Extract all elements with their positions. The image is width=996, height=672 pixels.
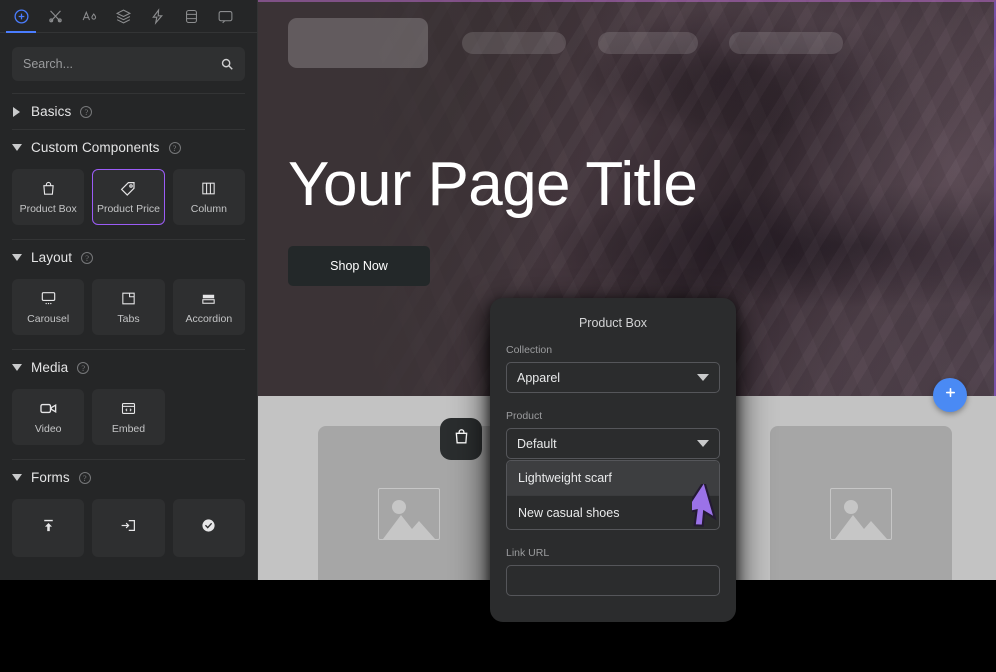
panel-title: Product Box bbox=[578, 316, 648, 330]
product-card[interactable] bbox=[770, 426, 952, 580]
shop-now-label: Shop Now bbox=[330, 259, 388, 273]
component-input-field[interactable] bbox=[92, 499, 165, 557]
component-file-upload[interactable] bbox=[12, 499, 85, 557]
component-checkbox[interactable] bbox=[172, 499, 245, 557]
chevron-down-icon bbox=[12, 363, 22, 373]
chevron-down-icon bbox=[697, 440, 709, 447]
plus-icon bbox=[943, 385, 958, 405]
forms-components-grid bbox=[12, 495, 245, 571]
shopping-bag-icon bbox=[40, 180, 57, 198]
file-upload-icon bbox=[40, 517, 57, 535]
component-product-box[interactable]: Product Box bbox=[12, 169, 85, 225]
media-components-grid: Video Embed bbox=[12, 385, 245, 459]
section-label-forms: Forms bbox=[31, 470, 70, 485]
chevron-right-icon bbox=[12, 106, 22, 117]
component-label: Column bbox=[190, 202, 227, 215]
component-carousel[interactable]: Carousel bbox=[12, 279, 85, 335]
add-component-icon[interactable] bbox=[4, 0, 38, 33]
panel-toolbar bbox=[0, 0, 257, 33]
section-header-media[interactable]: Media ? bbox=[12, 349, 245, 385]
component-column[interactable]: Column bbox=[172, 169, 245, 225]
product-select-value: Default bbox=[517, 436, 557, 451]
help-icon-custom-components[interactable]: ? bbox=[168, 141, 181, 154]
component-library: Basics ? Custom Components ? Product Box… bbox=[0, 93, 257, 580]
section-header-forms[interactable]: Forms ? bbox=[12, 459, 245, 495]
layers-icon[interactable] bbox=[106, 0, 140, 32]
interactions-icon[interactable] bbox=[140, 0, 174, 32]
search-area bbox=[0, 33, 257, 93]
collection-select[interactable]: Apparel bbox=[506, 362, 720, 393]
product-box-settings-panel: Product Box Collection Apparel Product D… bbox=[490, 298, 736, 622]
component-label: Product Box bbox=[19, 202, 77, 215]
section-header-custom-components[interactable]: Custom Components ? bbox=[12, 129, 245, 165]
product-box-badge[interactable] bbox=[440, 418, 482, 460]
link-url-field-label: Link URL bbox=[506, 547, 550, 559]
chevron-down-icon bbox=[12, 253, 22, 263]
carousel-icon bbox=[39, 290, 58, 308]
section-label-layout: Layout bbox=[31, 250, 73, 265]
collection-select-value: Apparel bbox=[517, 370, 561, 385]
comments-icon[interactable] bbox=[208, 0, 242, 32]
shopping-bag-icon bbox=[452, 427, 471, 451]
collection-field-label: Collection bbox=[506, 344, 553, 356]
embed-code-icon bbox=[120, 400, 137, 418]
checkbox-checked-icon bbox=[200, 517, 217, 535]
section-label-basics: Basics bbox=[31, 104, 72, 119]
navbar-link-placeholder[interactable] bbox=[598, 32, 698, 54]
component-label: Tabs bbox=[117, 312, 140, 325]
custom-components-grid: Product Box Product Price Column bbox=[12, 165, 245, 239]
page-title[interactable]: Your Page Title bbox=[288, 148, 698, 222]
columns-icon bbox=[200, 180, 217, 198]
help-icon-layout[interactable]: ? bbox=[81, 251, 94, 264]
input-field-icon bbox=[119, 517, 137, 535]
component-tabs[interactable]: Tabs bbox=[92, 279, 165, 335]
section-label-media: Media bbox=[31, 360, 69, 375]
navbar-logo-placeholder[interactable] bbox=[288, 18, 428, 68]
image-placeholder-icon bbox=[378, 488, 440, 540]
database-icon[interactable] bbox=[174, 0, 208, 32]
shop-now-button[interactable]: Shop Now bbox=[288, 246, 430, 286]
left-panel: Basics ? Custom Components ? bbox=[0, 0, 258, 580]
search-input[interactable] bbox=[23, 57, 220, 71]
chevron-down-icon bbox=[12, 473, 22, 483]
design-tools-icon[interactable] bbox=[38, 0, 72, 32]
search-icon[interactable] bbox=[220, 57, 234, 71]
component-label: Video bbox=[34, 422, 62, 435]
help-icon-forms[interactable]: ? bbox=[78, 471, 91, 484]
accordion-icon bbox=[200, 290, 217, 308]
image-placeholder-icon bbox=[830, 488, 892, 540]
video-camera-icon bbox=[39, 400, 58, 418]
component-label: Carousel bbox=[27, 312, 70, 325]
dropdown-option-new-casual-shoes[interactable]: New casual shoes bbox=[507, 495, 719, 529]
typography-color-icon[interactable] bbox=[72, 0, 106, 32]
search-box[interactable] bbox=[12, 47, 245, 81]
help-icon-basics[interactable]: ? bbox=[80, 105, 93, 118]
product-field-label: Product bbox=[506, 410, 543, 422]
component-accordion[interactable]: Accordion bbox=[172, 279, 245, 335]
component-video[interactable]: Video bbox=[12, 389, 85, 445]
product-select-dropdown: Lightweight scarf New casual shoes bbox=[506, 460, 720, 530]
navbar-link-placeholder[interactable] bbox=[729, 32, 843, 54]
component-embed[interactable]: Embed bbox=[92, 389, 165, 445]
help-icon-media[interactable]: ? bbox=[77, 361, 90, 374]
tabs-icon bbox=[120, 290, 137, 308]
chevron-down-icon bbox=[697, 374, 709, 381]
link-url-input[interactable] bbox=[506, 565, 720, 596]
layout-components-grid: Carousel Tabs Accordion bbox=[12, 275, 245, 349]
add-section-button[interactable] bbox=[933, 378, 967, 412]
component-label: Product Price bbox=[96, 202, 160, 215]
navbar-link-placeholder[interactable] bbox=[462, 32, 566, 54]
site-navbar bbox=[288, 18, 976, 68]
price-tag-icon bbox=[119, 180, 137, 198]
product-select[interactable]: Default bbox=[506, 428, 720, 459]
component-product-price[interactable]: Product Price bbox=[92, 169, 165, 225]
chevron-down-icon bbox=[12, 143, 22, 153]
section-header-layout[interactable]: Layout ? bbox=[12, 239, 245, 275]
dropdown-option-lightweight-scarf[interactable]: Lightweight scarf bbox=[507, 461, 719, 495]
component-label: Accordion bbox=[185, 312, 233, 325]
component-label: Embed bbox=[111, 422, 146, 435]
section-label-custom-components: Custom Components bbox=[31, 140, 160, 155]
section-header-basics[interactable]: Basics ? bbox=[12, 93, 245, 129]
